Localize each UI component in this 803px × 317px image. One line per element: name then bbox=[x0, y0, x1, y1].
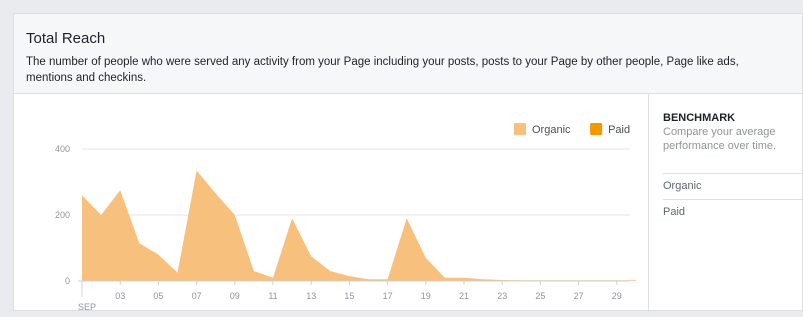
y-tick-label: 400 bbox=[55, 144, 70, 154]
reach-chart-svg: 020040003 05 07 09 11 13 15 17 19 21 23 25 27 29SEPOr… bbox=[55, 123, 636, 312]
card-title: Total Reach bbox=[26, 30, 106, 47]
x-tick-label: 15 bbox=[344, 291, 354, 301]
x-tick-label: 29 bbox=[612, 291, 622, 301]
benchmark-panel: BENCHMARK Compare your average performan… bbox=[648, 94, 803, 312]
x-tick-label: 13 bbox=[306, 291, 316, 301]
card-description: The number of people who were served any… bbox=[26, 56, 739, 84]
x-tick-label: 07 bbox=[192, 291, 202, 301]
x-tick-label: 27 bbox=[574, 291, 584, 301]
y-tick-label: 0 bbox=[65, 276, 70, 286]
y-tick-label: 200 bbox=[55, 210, 70, 220]
benchmark-description: Compare your average performance over ti… bbox=[663, 126, 777, 152]
legend-swatch-organic bbox=[514, 123, 526, 135]
x-tick-label: 19 bbox=[421, 291, 431, 301]
total-reach-card: Total Reach The number of people who wer… bbox=[13, 13, 803, 312]
x-tick-label: 25 bbox=[535, 291, 545, 301]
x-tick-label: 05 bbox=[153, 291, 163, 301]
x-tick-label: 11 bbox=[268, 291, 277, 301]
legend-label-paid: Paid bbox=[608, 124, 630, 136]
benchmark-option-paid[interactable]: Paid bbox=[663, 200, 799, 224]
x-tick-label: 23 bbox=[497, 291, 507, 301]
benchmark-option-organic[interactable]: Organic bbox=[663, 174, 799, 198]
x-tick-label: 17 bbox=[383, 291, 393, 301]
card-header: Total Reach The number of people who wer… bbox=[14, 14, 802, 94]
benchmark-title: BENCHMARK bbox=[663, 112, 736, 124]
x-tick-label: 09 bbox=[230, 291, 240, 301]
series-area-organic bbox=[82, 170, 636, 281]
x-tick-label: 21 bbox=[459, 291, 469, 301]
x-tick-label: 03 bbox=[115, 291, 125, 301]
legend-label-organic: Organic bbox=[532, 124, 571, 136]
reach-chart: 0 200 400 03 05 07 09 11 13 15 17 19 21 23 25 27 29 SEP Or… bbox=[14, 94, 648, 312]
legend-swatch-paid bbox=[590, 123, 603, 135]
